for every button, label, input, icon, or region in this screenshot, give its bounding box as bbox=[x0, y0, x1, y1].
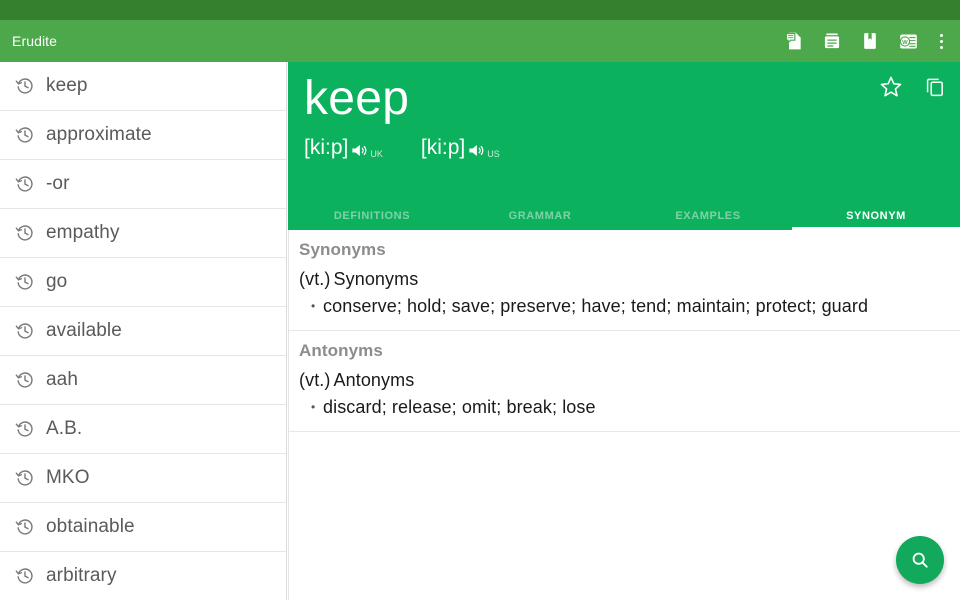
history-clock-icon bbox=[12, 318, 38, 344]
history-item[interactable]: MKO bbox=[0, 454, 286, 503]
history-clock-icon bbox=[12, 171, 38, 197]
history-item[interactable]: go bbox=[0, 258, 286, 307]
menu-dot bbox=[940, 46, 943, 49]
history-item[interactable]: available bbox=[0, 307, 286, 356]
history-item[interactable]: approximate bbox=[0, 111, 286, 160]
history-item[interactable]: -or bbox=[0, 160, 286, 209]
pronunciation-us-ipa: [ki:p] bbox=[421, 136, 465, 160]
history-item-label: empathy bbox=[46, 222, 120, 244]
history-item-label: MKO bbox=[46, 467, 90, 489]
header-actions bbox=[874, 70, 952, 104]
antonyms-sense-block: (vt.)Antonyms • discard; release; omit; … bbox=[289, 365, 960, 421]
content-area: Synonyms (vt.)Synonyms • conserve; hold;… bbox=[288, 230, 960, 600]
pronunciation-us-region: US bbox=[487, 149, 500, 160]
tab-bar: DEFINITIONS GRAMMAR EXAMPLES SYNONYM bbox=[288, 202, 960, 230]
history-clock-icon bbox=[12, 220, 38, 246]
history-item-label: -or bbox=[46, 173, 70, 195]
svg-text:W: W bbox=[902, 39, 908, 45]
search-fab[interactable] bbox=[896, 536, 944, 584]
main-panel: keep [ki:p] UK [ki:p] bbox=[288, 62, 960, 600]
pronunciation-uk[interactable]: [ki:p] UK bbox=[304, 136, 383, 160]
history-sidebar[interactable]: keep approximate -or bbox=[0, 62, 287, 600]
synonyms-pos: (vt.) bbox=[299, 269, 331, 289]
history-clock-icon bbox=[12, 122, 38, 148]
bookmark-book-icon[interactable] bbox=[852, 20, 888, 62]
history-item-label: approximate bbox=[46, 124, 152, 146]
app-title: Erudite bbox=[12, 33, 776, 49]
history-item-label: go bbox=[46, 271, 67, 293]
bullet-dot-icon: • bbox=[311, 292, 323, 320]
history-item[interactable]: arbitrary bbox=[0, 552, 286, 600]
notes-icon[interactable] bbox=[776, 20, 812, 62]
favorite-star-icon[interactable] bbox=[874, 70, 908, 104]
copy-icon[interactable] bbox=[918, 70, 952, 104]
history-item-label: arbitrary bbox=[46, 565, 117, 587]
history-item[interactable]: A.B. bbox=[0, 405, 286, 454]
history-item[interactable]: obtainable bbox=[0, 503, 286, 552]
history-item-label: obtainable bbox=[46, 516, 135, 538]
history-clock-icon bbox=[12, 367, 38, 393]
antonyms-pos: (vt.) bbox=[299, 370, 331, 390]
tab-definitions[interactable]: DEFINITIONS bbox=[288, 202, 456, 230]
app-bar-actions: W bbox=[776, 20, 960, 62]
synonyms-heading: Synonyms bbox=[289, 230, 960, 264]
tab-synonym[interactable]: SYNONYM bbox=[792, 202, 960, 230]
history-item-label: A.B. bbox=[46, 418, 82, 440]
antonyms-list-text: discard; release; omit; break; lose bbox=[323, 393, 596, 421]
overflow-menu-icon[interactable] bbox=[928, 20, 954, 62]
app-root: Erudite bbox=[0, 0, 960, 600]
menu-dot bbox=[940, 40, 943, 43]
history-item[interactable]: keep bbox=[0, 62, 286, 111]
app-bar: Erudite bbox=[0, 20, 960, 62]
pronunciation-us[interactable]: [ki:p] US bbox=[421, 136, 500, 160]
history-item-label: keep bbox=[46, 75, 88, 97]
page-title: keep bbox=[304, 70, 960, 128]
cards-icon[interactable] bbox=[814, 20, 850, 62]
pronunciation-uk-region: UK bbox=[370, 149, 383, 160]
synonyms-sense-label: Synonyms bbox=[334, 269, 419, 289]
pronunciation-uk-ipa: [ki:p] bbox=[304, 136, 348, 160]
history-clock-icon bbox=[12, 73, 38, 99]
menu-dot bbox=[940, 34, 943, 37]
section-divider bbox=[289, 431, 960, 432]
antonyms-heading: Antonyms bbox=[289, 331, 960, 365]
synonyms-bullet: • conserve; hold; save; preserve; have; … bbox=[299, 292, 960, 320]
pronunciation-row: [ki:p] UK [ki:p] bbox=[304, 136, 960, 160]
word-of-the-day-icon[interactable]: W bbox=[890, 20, 926, 62]
synonyms-sense-block: (vt.)Synonyms • conserve; hold; save; pr… bbox=[289, 264, 960, 320]
antonyms-sense-title: (vt.)Antonyms bbox=[299, 367, 960, 393]
tab-grammar[interactable]: GRAMMAR bbox=[456, 202, 624, 230]
bullet-dot-icon: • bbox=[311, 393, 323, 421]
history-item-label: available bbox=[46, 320, 122, 342]
history-clock-icon bbox=[12, 416, 38, 442]
synonyms-sense-title: (vt.)Synonyms bbox=[299, 266, 960, 292]
speaker-us-icon[interactable] bbox=[467, 141, 486, 160]
word-header: keep [ki:p] UK [ki:p] bbox=[288, 62, 960, 202]
history-clock-icon bbox=[12, 563, 38, 589]
history-item[interactable]: aah bbox=[0, 356, 286, 405]
history-item-label: aah bbox=[46, 369, 78, 391]
antonyms-sense-label: Antonyms bbox=[334, 370, 415, 390]
status-bar bbox=[0, 0, 960, 20]
history-item[interactable]: empathy bbox=[0, 209, 286, 258]
tab-examples[interactable]: EXAMPLES bbox=[624, 202, 792, 230]
speaker-uk-icon[interactable] bbox=[350, 141, 369, 160]
history-clock-icon bbox=[12, 514, 38, 540]
history-clock-icon bbox=[12, 465, 38, 491]
synonyms-list-text: conserve; hold; save; preserve; have; te… bbox=[323, 292, 868, 320]
antonyms-bullet: • discard; release; omit; break; lose bbox=[299, 393, 960, 421]
history-clock-icon bbox=[12, 269, 38, 295]
